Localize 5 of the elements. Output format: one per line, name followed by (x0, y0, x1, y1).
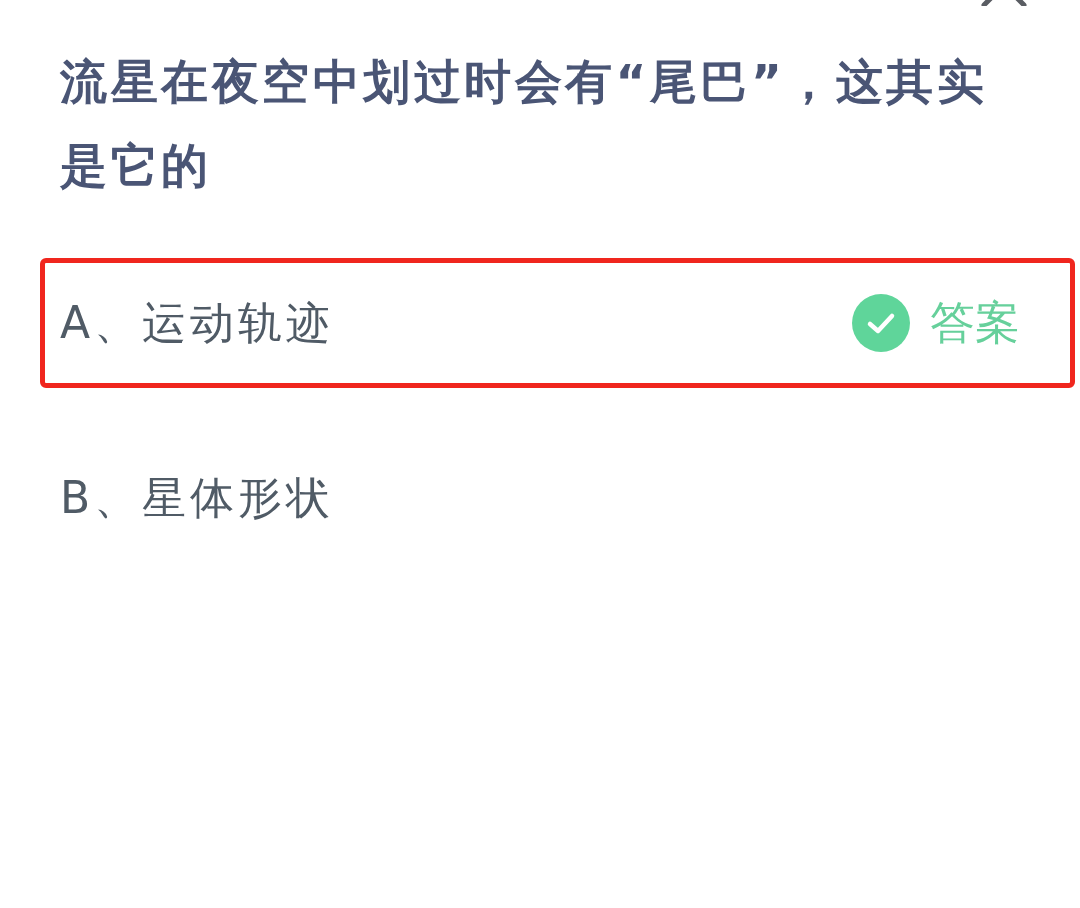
question-text: 流星在夜空中划过时会有“尾巴”，这其实是它的 (60, 53, 989, 195)
answer-option[interactable]: B、星体形状 (40, 433, 1075, 563)
close-icon[interactable] (981, 0, 1027, 6)
answer-option[interactable]: A、运动轨迹 答案 (40, 258, 1075, 388)
answer-label: 答案 (930, 295, 1020, 351)
